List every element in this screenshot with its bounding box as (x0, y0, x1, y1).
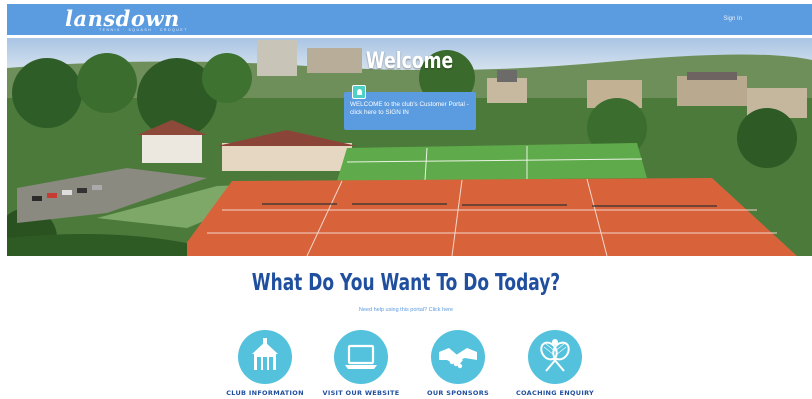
page-heading: What Do You Want To Do Today? (251, 270, 561, 296)
visit-website-tile[interactable]: VISIT OUR WEBSITE (316, 330, 406, 397)
logo-tagline: TENNIS · SQUASH · CROQUET (99, 28, 188, 32)
sign-in-callout[interactable]: WELCOME to the club's Customer Portal - … (344, 85, 476, 130)
laptop-icon (345, 344, 377, 369)
handshake-icon (439, 348, 477, 369)
club-information-circle (238, 330, 292, 384)
portal-page: lansdown TENNIS · SQUASH · CROQUET Sign … (0, 0, 812, 399)
clubhouse-icon (252, 338, 278, 370)
sign-in-link[interactable]: Sign In (723, 16, 742, 22)
coaching-enquiry-label: COACHING ENQUIRY (515, 389, 595, 397)
welcome-title: Welcome (365, 49, 454, 74)
top-navigation-bar: lansdown TENNIS · SQUASH · CROQUET Sign … (7, 4, 812, 35)
help-link[interactable]: Need help using this portal? Click here (0, 307, 812, 313)
visit-website-label: VISIT OUR WEBSITE (322, 389, 400, 397)
sponsors-tile[interactable]: OUR SPONSORS (413, 330, 503, 397)
sponsors-circle (431, 330, 485, 384)
club-information-tile[interactable]: CLUB INFORMATION (220, 330, 310, 397)
hero-banner: Welcome WELCOME to the club's Customer P… (7, 38, 812, 256)
tennis-rackets-icon (540, 339, 570, 372)
visit-website-circle (334, 330, 388, 384)
user-icon (352, 85, 366, 99)
club-information-label: CLUB INFORMATION (226, 389, 304, 397)
coaching-enquiry-circle (528, 330, 582, 384)
coaching-enquiry-tile[interactable]: COACHING ENQUIRY (510, 330, 600, 397)
sponsors-label: OUR SPONSORS (427, 389, 489, 397)
callout-text: WELCOME to the club's Customer Portal - … (350, 101, 469, 116)
